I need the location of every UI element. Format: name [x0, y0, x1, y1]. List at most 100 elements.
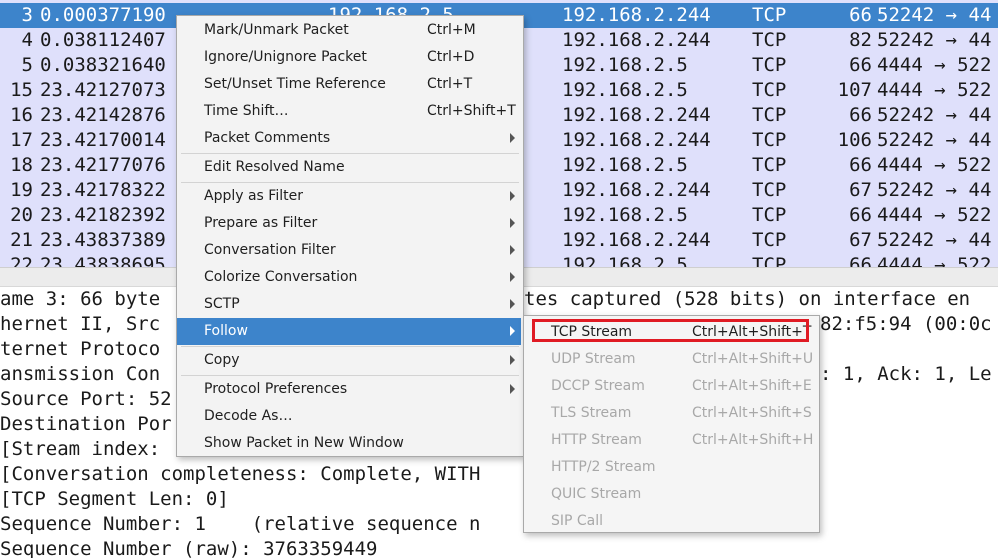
submenu-item-sip-call[interactable]: SIP Call	[524, 507, 817, 534]
menu-item-conversation-filter[interactable]: Conversation Filter	[177, 237, 521, 264]
detail-conversation[interactable]: [Conversation completeness: Complete, WI…	[0, 463, 480, 485]
packet-no: 15	[10, 79, 33, 101]
submenu-arrow-icon	[510, 326, 515, 336]
packet-info: 52242 → 44	[877, 229, 992, 251]
submenu-arrow-icon	[510, 245, 515, 255]
packet-destination: 192.168.2.244	[562, 179, 711, 201]
submenu-item-quic-stream[interactable]: QUIC Stream	[524, 480, 817, 507]
menu-item-time-reference[interactable]: Set/Unset Time Reference Ctrl+T	[177, 71, 521, 98]
packet-time: 23.43837389	[40, 229, 166, 251]
packet-destination: 192.168.2.5	[562, 79, 688, 101]
packet-time: 0.038321640	[40, 54, 166, 76]
packet-time: 0.000377190	[40, 4, 166, 26]
menu-item-mark-unmark[interactable]: Mark/Unmark Packet Ctrl+M	[177, 17, 521, 44]
packet-length: 107	[837, 79, 872, 101]
packet-destination: 192.168.2.244	[562, 229, 711, 251]
menu-item-show-packet-new-window[interactable]: Show Packet in New Window	[177, 430, 521, 457]
packet-destination: 192.168.2.5	[562, 254, 688, 267]
menu-item-apply-as-filter[interactable]: Apply as Filter	[177, 183, 521, 210]
submenu-arrow-icon	[510, 133, 515, 143]
packet-context-menu[interactable]: Mark/Unmark Packet Ctrl+M Ignore/Unignor…	[176, 15, 524, 457]
menu-item-packet-comments[interactable]: Packet Comments	[177, 125, 521, 152]
packet-info: 4444 → 522	[877, 54, 992, 76]
packet-length: 106	[837, 129, 872, 151]
detail-ip[interactable]: ternet Protoco	[0, 338, 160, 360]
packet-time: 23.42142876	[40, 104, 166, 126]
packet-no: 5	[21, 54, 33, 76]
submenu-item-http2-stream[interactable]: HTTP/2 Stream	[524, 453, 817, 480]
detail-stream-index[interactable]: [Stream index:	[0, 438, 172, 460]
detail-seq-number[interactable]: Sequence Number: 1 (relative sequence n	[0, 513, 480, 535]
packet-length: 66	[849, 154, 872, 176]
detail-seq-raw[interactable]: Sequence Number (raw): 3763359449	[0, 538, 378, 558]
detail-tcp-fragment: : 1, Ack: 1, Le	[820, 363, 992, 385]
packet-protocol: TCP	[752, 54, 787, 76]
submenu-item-udp-stream[interactable]: UDP Stream Ctrl+Alt+Shift+U	[524, 345, 817, 372]
packet-no: 17	[10, 129, 33, 151]
packet-protocol: TCP	[752, 204, 787, 226]
submenu-arrow-icon	[510, 384, 515, 394]
submenu-item-http-stream[interactable]: HTTP Stream Ctrl+Alt+Shift+H	[524, 426, 817, 453]
packet-info: 52242 → 44	[877, 4, 992, 26]
packet-protocol: TCP	[752, 154, 787, 176]
detail-frame[interactable]: ame 3: 66 byte	[0, 288, 160, 310]
submenu-item-tls-stream[interactable]: TLS Stream Ctrl+Alt+Shift+S	[524, 399, 817, 426]
packet-protocol: TCP	[752, 179, 787, 201]
menu-item-decode-as[interactable]: Decode As…	[177, 403, 521, 430]
submenu-arrow-icon	[510, 218, 515, 228]
packet-no: 18	[10, 154, 33, 176]
packet-info: 4444 → 522	[877, 204, 992, 226]
packet-protocol: TCP	[752, 254, 787, 267]
packet-info: 52242 → 44	[877, 179, 992, 201]
packet-protocol: TCP	[752, 29, 787, 51]
packet-no: 3	[21, 4, 33, 26]
packet-no: 16	[10, 104, 33, 126]
menu-item-ignore-unignore[interactable]: Ignore/Unignore Packet Ctrl+D	[177, 44, 521, 71]
packet-length: 82	[849, 29, 872, 51]
packet-length: 66	[849, 4, 872, 26]
packet-info: 4444 → 522	[877, 154, 992, 176]
submenu-item-dccp-stream[interactable]: DCCP Stream Ctrl+Alt+Shift+E	[524, 372, 817, 399]
packet-destination: 192.168.2.5	[562, 54, 688, 76]
packet-info: 4444 → 522	[877, 254, 992, 267]
submenu-arrow-icon	[510, 355, 515, 365]
packet-time: 23.42170014	[40, 129, 166, 151]
packet-protocol: TCP	[752, 129, 787, 151]
packet-length: 66	[849, 254, 872, 267]
packet-no: 4	[21, 29, 33, 51]
menu-item-follow[interactable]: Follow	[177, 318, 521, 345]
menu-item-colorize-conversation[interactable]: Colorize Conversation	[177, 264, 521, 291]
packet-protocol: TCP	[752, 104, 787, 126]
detail-source-port[interactable]: Source Port: 52	[0, 388, 172, 410]
detail-segment-len[interactable]: [TCP Segment Len: 0]	[0, 488, 229, 510]
packet-destination: 192.168.2.244	[562, 4, 711, 26]
packet-protocol: TCP	[752, 79, 787, 101]
packet-time: 23.42177076	[40, 154, 166, 176]
follow-submenu[interactable]: TCP Stream Ctrl+Alt+Shift+T UDP Stream C…	[523, 315, 820, 533]
detail-tcp[interactable]: ansmission Con	[0, 363, 160, 385]
detail-ethernet[interactable]: hernet II, Src	[0, 313, 160, 335]
detail-frame-fragment: tes captured (528 bits) on interface en	[524, 288, 971, 310]
packet-length: 66	[849, 54, 872, 76]
packet-info: 4444 → 522	[877, 79, 992, 101]
detail-ethernet-fragment: 82:f5:94 (00:0c	[820, 313, 992, 335]
packet-info: 52242 → 44	[877, 29, 992, 51]
packet-destination: 192.168.2.244	[562, 129, 711, 151]
packet-length: 67	[849, 229, 872, 251]
packet-no: 22	[10, 254, 33, 267]
menu-item-time-shift[interactable]: Time Shift… Ctrl+Shift+T	[177, 98, 521, 125]
menu-item-protocol-preferences[interactable]: Protocol Preferences	[177, 376, 521, 403]
packet-destination: 192.168.2.5	[562, 154, 688, 176]
detail-destination-port[interactable]: Destination Por	[0, 413, 172, 435]
menu-item-edit-resolved-name[interactable]: Edit Resolved Name	[177, 154, 521, 181]
menu-item-copy[interactable]: Copy	[177, 347, 521, 374]
packet-info: 52242 → 44	[877, 104, 992, 126]
menu-item-prepare-as-filter[interactable]: Prepare as Filter	[177, 210, 521, 237]
packet-time: 23.42127073	[40, 79, 166, 101]
menu-item-sctp[interactable]: SCTP	[177, 291, 521, 318]
packet-destination: 192.168.2.244	[562, 104, 711, 126]
packet-time: 23.42178322	[40, 179, 166, 201]
packet-protocol: TCP	[752, 229, 787, 251]
packet-length: 66	[849, 204, 872, 226]
packet-time: 23.43838695	[40, 254, 166, 267]
